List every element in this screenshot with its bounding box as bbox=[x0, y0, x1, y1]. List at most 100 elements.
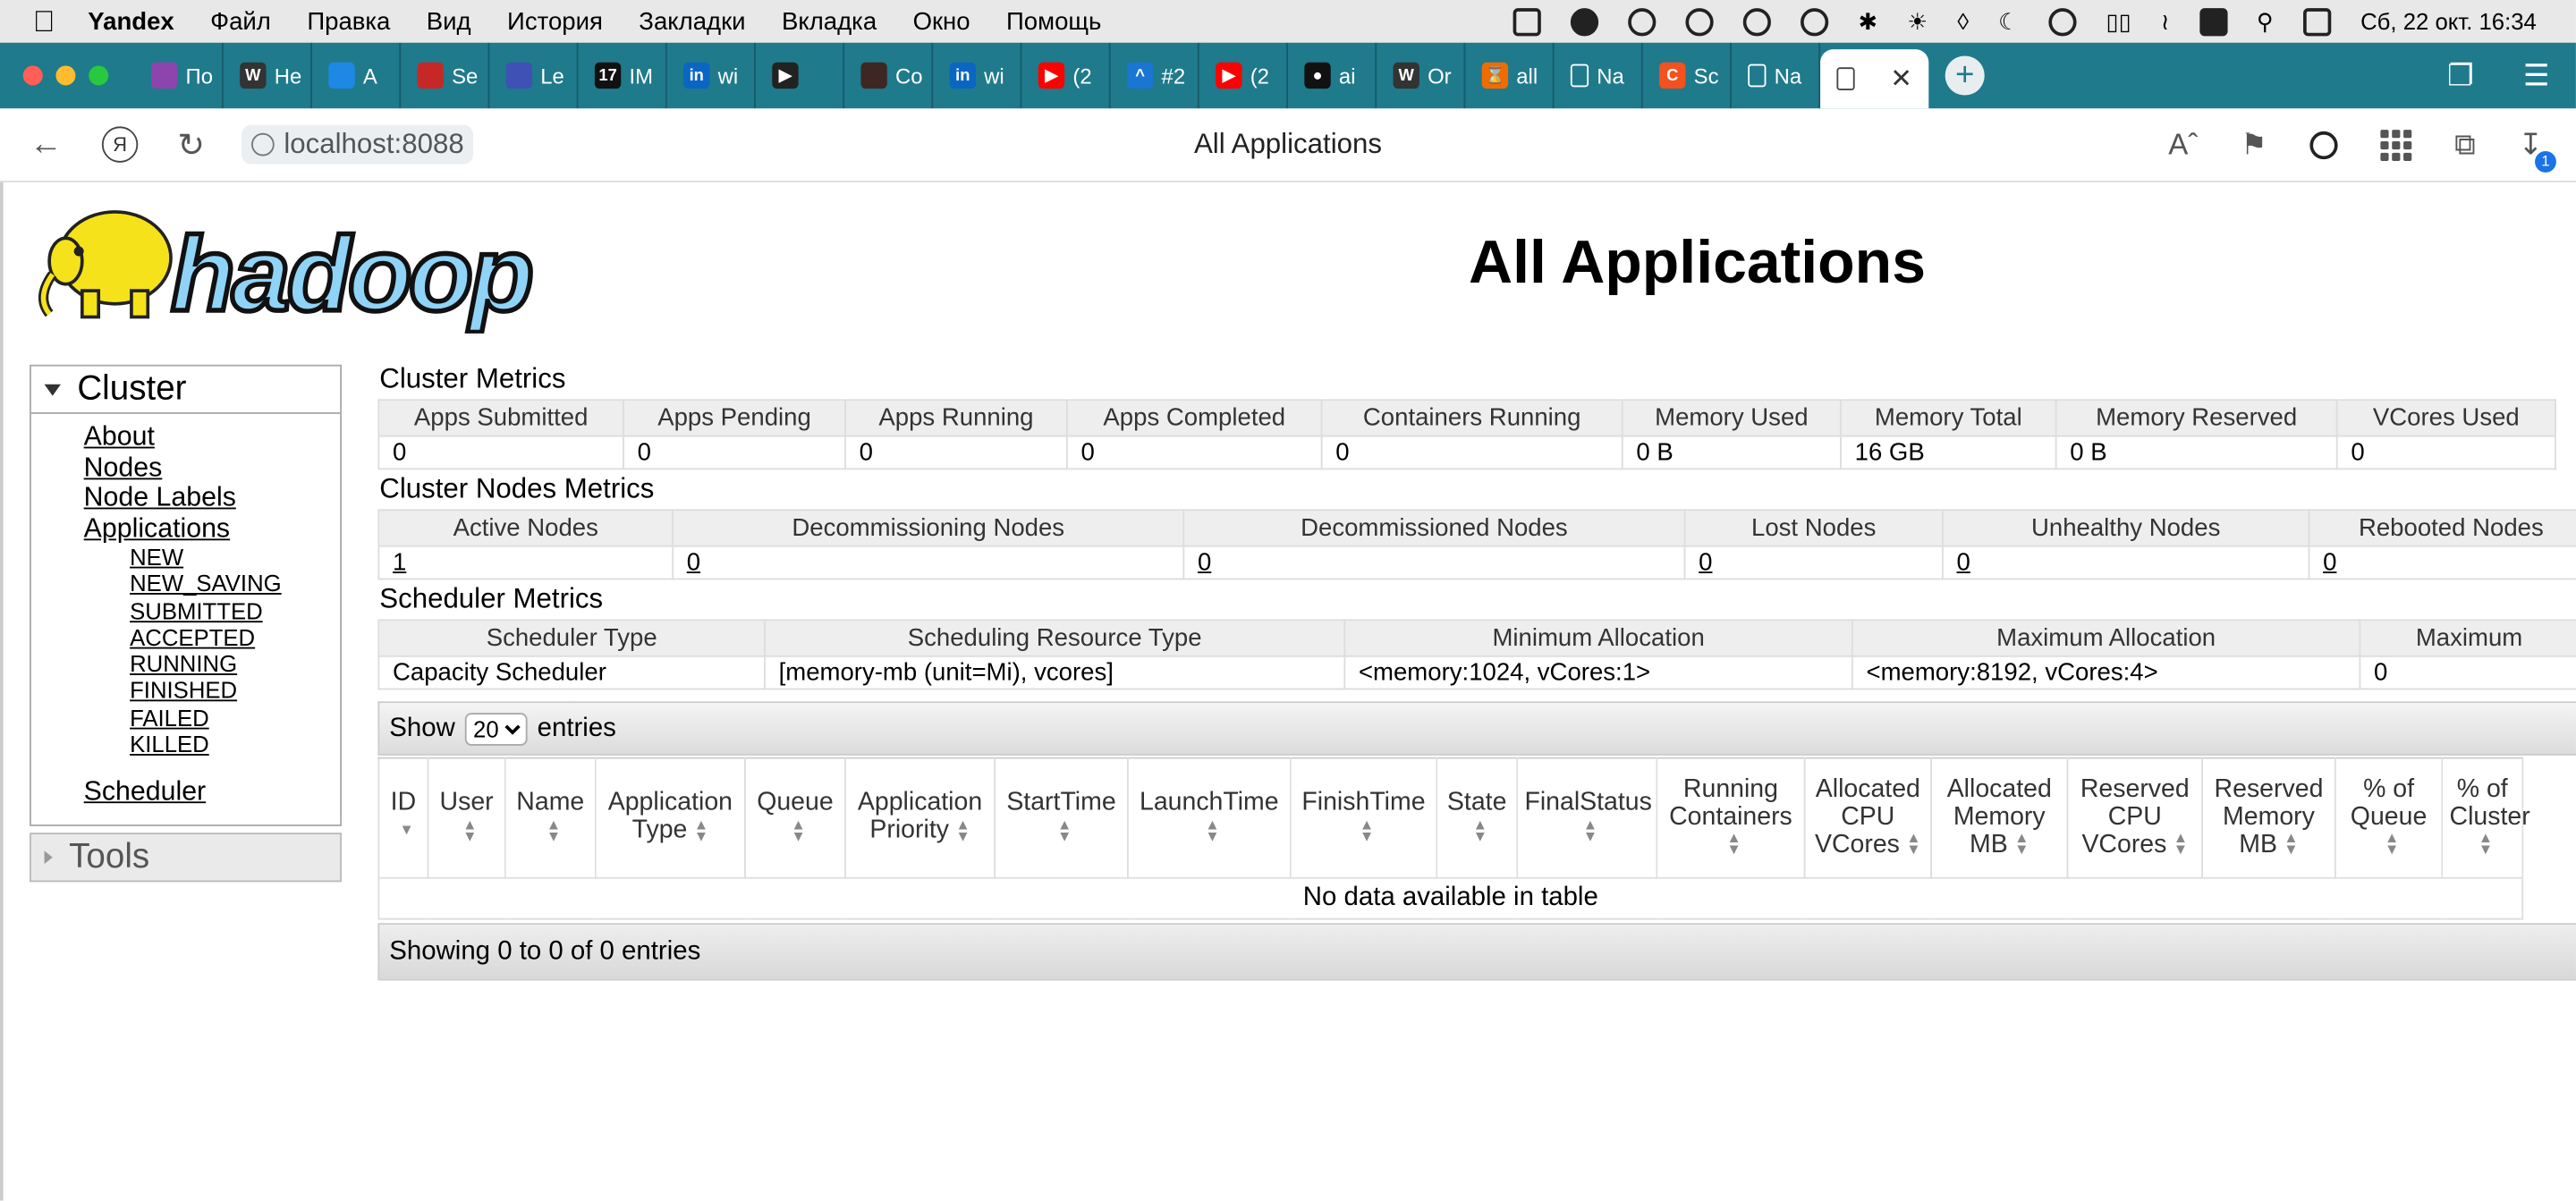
airpods-icon[interactable]: ◊ bbox=[1957, 8, 1969, 34]
reload-icon[interactable]: ↻ bbox=[177, 124, 205, 165]
tab-17[interactable]: C Sc bbox=[1643, 42, 1732, 109]
telegram-status-icon[interactable] bbox=[1571, 7, 1599, 36]
key-status-icon[interactable] bbox=[1628, 7, 1657, 36]
url-field[interactable]: localhost:8088 bbox=[241, 124, 474, 165]
sort-icon[interactable]: ▲ ▼ bbox=[2385, 831, 2399, 857]
bluetooth-icon[interactable]: ✱ bbox=[1859, 7, 1878, 35]
column-user[interactable]: User▲ ▼ bbox=[427, 757, 506, 879]
column-of-queue[interactable]: % of Queue▲ ▼ bbox=[2334, 757, 2444, 879]
tab-2[interactable]: A bbox=[312, 42, 402, 109]
column-launchtime[interactable]: LaunchTime▲ ▼ bbox=[1126, 757, 1292, 879]
sidebar-link-scheduler[interactable]: Scheduler bbox=[84, 777, 341, 808]
column-starttime[interactable]: StartTime▲ ▼ bbox=[994, 757, 1129, 879]
column-application-type[interactable]: Application Type ▲ ▼ bbox=[594, 757, 746, 879]
menu-view[interactable]: Вид bbox=[427, 7, 471, 35]
sort-icon[interactable]: ▲ ▼ bbox=[2479, 831, 2493, 857]
back-arrow-icon[interactable]: ← bbox=[30, 126, 63, 164]
minimize-window-button[interactable] bbox=[55, 65, 76, 86]
input-source-icon[interactable] bbox=[2199, 7, 2227, 36]
brightness-icon[interactable]: ☀ bbox=[1907, 7, 1928, 35]
close-tab-icon[interactable]: ✕ bbox=[1890, 63, 1912, 96]
sort-icon[interactable]: ▲ ▼ bbox=[462, 817, 477, 843]
value-link-lost-nodes[interactable]: 0 bbox=[1699, 548, 1712, 576]
column-state[interactable]: State▲ ▼ bbox=[1436, 757, 1519, 879]
zoom-window-button[interactable] bbox=[89, 65, 109, 86]
column-allocated-cpu-vcores[interactable]: Allocated CPU VCores ▲ ▼ bbox=[1803, 757, 1932, 879]
sort-icon[interactable]: ▲ ▼ bbox=[791, 817, 805, 843]
column-name[interactable]: Name▲ ▼ bbox=[504, 757, 597, 879]
battery-icon[interactable]: ▯▯ bbox=[2106, 7, 2131, 35]
apps-grid-icon[interactable] bbox=[2380, 129, 2412, 161]
sidebar-link-new-saving[interactable]: NEW_SAVING bbox=[130, 571, 340, 597]
value-link-active-nodes[interactable]: 1 bbox=[393, 548, 406, 576]
column-finishtime[interactable]: FinishTime▲ ▼ bbox=[1289, 757, 1438, 879]
sort-icon[interactable]: ▲ ▼ bbox=[1583, 817, 1597, 843]
apple-icon[interactable]:  bbox=[33, 4, 55, 39]
column-allocated-memory-mb[interactable]: Allocated Memory MB ▲ ▼ bbox=[1930, 757, 2069, 879]
sidebar-link-new[interactable]: NEW bbox=[130, 544, 340, 571]
close-window-button[interactable] bbox=[22, 65, 43, 86]
bookmark-icon[interactable]: ⚑ bbox=[2241, 127, 2267, 162]
collections-icon[interactable]: ❐ bbox=[2447, 58, 2474, 93]
menu-history[interactable]: История bbox=[507, 7, 603, 35]
value-link-decommissioned-nodes[interactable]: 0 bbox=[1198, 548, 1211, 576]
tab-18[interactable]: Na bbox=[1732, 42, 1821, 109]
tab-16[interactable]: Na bbox=[1555, 42, 1643, 109]
url-text[interactable]: localhost:8088 bbox=[284, 128, 463, 161]
wifi-icon[interactable]: ≀ bbox=[2161, 7, 2170, 35]
downloads-icon[interactable]: ↧ 1 bbox=[2518, 127, 2556, 172]
sidebar-link-about[interactable]: About bbox=[84, 422, 341, 452]
control-center-icon[interactable] bbox=[2302, 7, 2332, 36]
sidebar-link-failed[interactable]: FAILED bbox=[130, 705, 340, 732]
sidebar-link-nodes[interactable]: Nodes bbox=[84, 452, 341, 483]
sort-icon[interactable]: ▼ bbox=[399, 823, 413, 838]
tab-10[interactable]: ▶ (2 bbox=[1021, 42, 1111, 109]
sidebar-link-finished[interactable]: FINISHED bbox=[130, 678, 340, 705]
tools-section[interactable]: Tools bbox=[30, 832, 343, 883]
menu-bookmarks[interactable]: Закладки bbox=[639, 7, 745, 35]
tab-1[interactable]: W He bbox=[224, 42, 312, 109]
menubar-datetime[interactable]: Сб, 22 окт. 16:34 bbox=[2360, 8, 2537, 34]
new-tab-button[interactable]: + bbox=[1945, 55, 1985, 96]
column-id[interactable]: ID ▼ bbox=[377, 757, 429, 879]
sync-status-icon[interactable] bbox=[1743, 7, 1772, 36]
tab-8[interactable]: Co bbox=[844, 42, 934, 109]
menu-edit[interactable]: Правка bbox=[307, 7, 390, 35]
menu-help[interactable]: Помощь bbox=[1006, 7, 1101, 35]
app-status-icon[interactable] bbox=[1801, 7, 1829, 36]
sidebar-link-submitted[interactable]: SUBMITTED bbox=[130, 597, 340, 624]
tab-0[interactable]: По bbox=[135, 42, 224, 109]
sidebar-link-accepted[interactable]: ACCEPTED bbox=[130, 624, 340, 651]
play-status-icon[interactable] bbox=[2048, 7, 2077, 36]
page-size-select[interactable]: 20 bbox=[464, 712, 528, 745]
tab-9[interactable]: in wi bbox=[933, 42, 1022, 109]
extensions-icon[interactable]: ⧉ bbox=[2454, 127, 2476, 162]
column-running-containers[interactable]: Running Containers▲ ▼ bbox=[1656, 757, 1806, 879]
cluster-header[interactable]: Cluster bbox=[31, 367, 340, 412]
tab-14[interactable]: W Or bbox=[1377, 42, 1466, 109]
sort-icon[interactable]: ▲ ▼ bbox=[1205, 817, 1219, 843]
site-info-icon[interactable] bbox=[250, 132, 275, 156]
value-link-decommissioning-nodes[interactable]: 0 bbox=[687, 548, 700, 576]
tab-3[interactable]: Se bbox=[401, 42, 490, 109]
translate-icon[interactable]: Aˆ bbox=[2168, 127, 2198, 162]
menu-icon[interactable]: ☰ bbox=[2523, 58, 2550, 93]
docker-status-icon[interactable] bbox=[1513, 7, 1542, 36]
sort-icon[interactable]: ▲ ▼ bbox=[1057, 817, 1072, 843]
sidebar-link-running[interactable]: RUNNING bbox=[130, 651, 340, 678]
globe-icon[interactable] bbox=[2309, 131, 2338, 159]
sort-icon[interactable]: ▲ ▼ bbox=[547, 817, 561, 843]
yandex-icon[interactable]: Я bbox=[101, 126, 139, 163]
sort-icon[interactable]: ▲ ▼ bbox=[1473, 817, 1487, 843]
sidebar-link-applications[interactable]: Applications bbox=[84, 513, 341, 544]
moon-icon[interactable]: ☾ bbox=[1998, 7, 2019, 35]
tab-active[interactable]: ✕ bbox=[1820, 49, 1929, 109]
menu-file[interactable]: Файл bbox=[210, 7, 271, 35]
column-queue[interactable]: Queue▲ ▼ bbox=[744, 757, 846, 879]
sort-icon[interactable]: ▲ ▼ bbox=[955, 817, 970, 843]
sort-icon[interactable]: ▲ ▼ bbox=[1906, 831, 1920, 857]
spotlight-search-icon[interactable]: ⚲ bbox=[2257, 7, 2274, 35]
menu-tab[interactable]: Вкладка bbox=[782, 7, 877, 35]
tab-11[interactable]: ^ #2 bbox=[1111, 42, 1199, 109]
column-application-priority[interactable]: Application Priority ▲ ▼ bbox=[844, 757, 996, 879]
